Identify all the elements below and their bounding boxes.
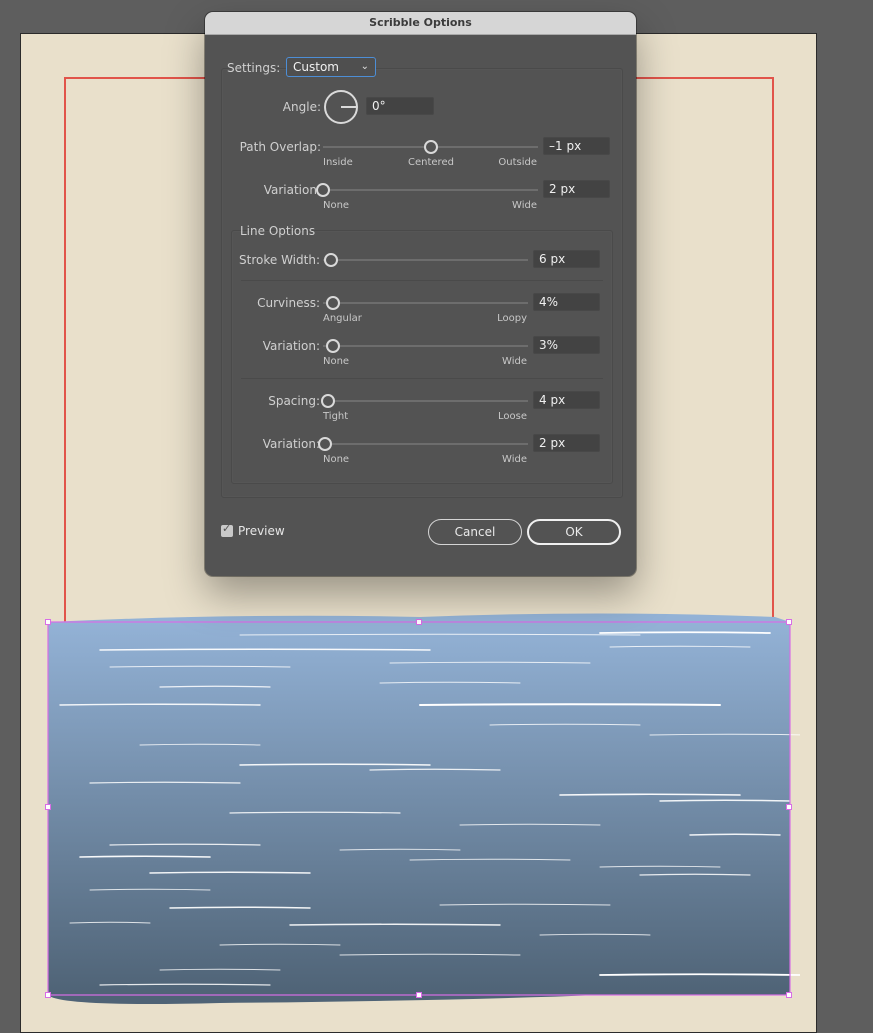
angle-dial[interactable]	[323, 89, 359, 125]
chevron-down-icon: ⌄	[360, 61, 369, 72]
angle-label: Angle:	[282, 100, 321, 114]
curviness-variation-field[interactable]: 3%	[533, 336, 600, 354]
stroke-width-track[interactable]	[323, 259, 528, 261]
spacing-tick-loose: Loose	[498, 411, 527, 422]
overlap-variation-slider-knob[interactable]	[316, 183, 330, 197]
selection-handle-middle-right[interactable]	[786, 804, 792, 810]
scribble-highlight-stroke	[169, 906, 311, 909]
scribble-highlight-stroke	[149, 871, 311, 874]
spacing-variation-label: Variation:	[262, 437, 320, 451]
spacing-slider-knob[interactable]	[321, 394, 335, 408]
cancel-button[interactable]: Cancel	[428, 519, 522, 545]
curviness-variation-tick-none: None	[323, 356, 350, 367]
spacing-field[interactable]: 4 px	[533, 391, 600, 409]
overlap-variation-field[interactable]: 2 px	[543, 180, 610, 198]
overlap-variation-track[interactable]	[323, 189, 538, 191]
selection-handle-bottom-right[interactable]	[786, 992, 792, 998]
scribble-highlight-stroke	[239, 763, 431, 766]
angle-field[interactable]: 0°	[366, 97, 434, 115]
path-overlap-label: Path Overlap:	[239, 140, 321, 154]
path-overlap-tick-inside: Inside	[323, 157, 353, 168]
selection-handle-middle-left[interactable]	[45, 804, 51, 810]
stroke-width-slider-knob[interactable]	[324, 253, 338, 267]
scribble-highlight-stroke	[59, 703, 261, 706]
ok-button[interactable]: OK	[527, 519, 621, 545]
scribble-highlight-stroke	[289, 923, 501, 926]
preview-label[interactable]: Preview	[238, 524, 285, 538]
path-overlap-tick-outside: Outside	[498, 157, 537, 168]
scribble-highlight-stroke	[79, 855, 211, 858]
spacing-variation-tick-none: None	[323, 454, 350, 465]
spacing-variation-slider-knob[interactable]	[318, 437, 332, 451]
checkmark-icon: ✓	[222, 522, 232, 535]
curviness-field[interactable]: 4%	[533, 293, 600, 311]
selection-handle-top-center[interactable]	[416, 619, 422, 625]
scribble-highlight-stroke	[559, 793, 741, 796]
settings-value: Custom	[293, 60, 339, 74]
curviness-slider-knob[interactable]	[326, 296, 340, 310]
curviness-variation-track[interactable]	[323, 345, 528, 347]
curviness-tick-angular: Angular	[323, 313, 362, 324]
scribble-options-dialog: Scribble Options Settings: Custom ⌄ Angl…	[205, 12, 636, 576]
overlap-variation-tick-wide: Wide	[512, 200, 537, 211]
selection-handle-top-right[interactable]	[786, 619, 792, 625]
settings-label: Settings:	[227, 61, 281, 75]
scribble-highlight-stroke	[99, 648, 431, 651]
spacing-variation-tick-wide: Wide	[502, 454, 527, 465]
scribble-shape[interactable]	[40, 605, 800, 1015]
scribble-bottom-edge	[48, 995, 600, 1004]
scribble-highlight-stroke	[599, 973, 800, 976]
divider	[241, 378, 603, 379]
curviness-variation-slider-knob[interactable]	[326, 339, 340, 353]
path-overlap-tick-centered: Centered	[408, 157, 454, 168]
spacing-variation-field[interactable]: 2 px	[533, 434, 600, 452]
line-options-title: Line Options	[240, 224, 316, 238]
curviness-label: Curviness:	[257, 296, 320, 310]
spacing-track[interactable]	[323, 400, 528, 402]
overlap-variation-label: Variation:	[263, 183, 321, 197]
spacing-tick-tight: Tight	[323, 411, 349, 422]
curviness-variation-tick-wide: Wide	[502, 356, 527, 367]
curviness-track[interactable]	[323, 302, 528, 304]
stroke-width-label: Stroke Width:	[239, 253, 320, 267]
stroke-width-field[interactable]: 6 px	[533, 250, 600, 268]
selection-handle-top-left[interactable]	[45, 619, 51, 625]
scribble-highlight-stroke	[689, 833, 781, 836]
selection-handle-bottom-center[interactable]	[416, 992, 422, 998]
curviness-variation-label: Variation:	[262, 339, 320, 353]
preview-checkbox[interactable]: ✓	[221, 522, 233, 537]
dialog-title: Scribble Options	[205, 12, 636, 35]
spacing-label: Spacing:	[268, 394, 320, 408]
path-overlap-field[interactable]: –1 px	[543, 137, 610, 155]
spacing-variation-track[interactable]	[323, 443, 528, 445]
scribble-fill	[48, 622, 790, 995]
overlap-variation-tick-none: None	[323, 200, 350, 211]
settings-dropdown[interactable]: Custom ⌄	[286, 57, 376, 77]
curviness-tick-loopy: Loopy	[497, 313, 527, 324]
divider	[241, 280, 603, 281]
scribble-highlight-stroke	[659, 799, 791, 802]
scribble-highlight-stroke	[419, 703, 721, 706]
selection-handle-bottom-left[interactable]	[45, 992, 51, 998]
scribble-highlight-stroke	[599, 631, 771, 634]
path-overlap-slider-knob[interactable]	[423, 140, 438, 154]
